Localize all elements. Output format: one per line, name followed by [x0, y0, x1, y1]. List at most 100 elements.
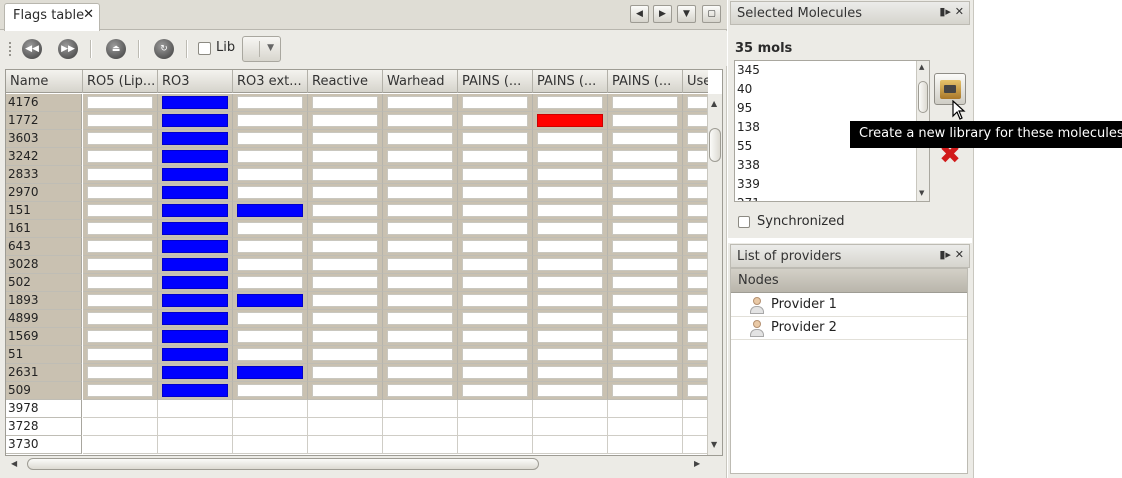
flag-cell[interactable] — [233, 436, 308, 454]
flag-cell[interactable] — [383, 130, 458, 148]
flag-cell[interactable] — [608, 148, 683, 166]
flag-cell[interactable] — [533, 292, 608, 310]
name-cell[interactable]: 3978 — [6, 400, 82, 418]
flag-cell[interactable] — [83, 166, 158, 184]
flag-cell[interactable] — [233, 274, 308, 292]
flag-cell[interactable] — [308, 328, 383, 346]
flag-cell[interactable] — [233, 94, 308, 112]
scroll-up-icon[interactable]: ▲ — [919, 63, 924, 71]
flag-cell[interactable] — [158, 256, 233, 274]
flag-cell[interactable] — [458, 112, 533, 130]
column-header[interactable]: Use — [683, 70, 708, 93]
table-row[interactable]: 3978 — [6, 400, 708, 418]
flag-cell[interactable] — [158, 400, 233, 418]
scroll-up-icon[interactable]: ▲ — [711, 99, 717, 108]
flag-cell[interactable] — [683, 220, 708, 238]
flag-cell[interactable] — [83, 184, 158, 202]
table-row[interactable]: 3730 — [6, 436, 708, 454]
flag-cell[interactable] — [533, 130, 608, 148]
flag-cell[interactable] — [383, 94, 458, 112]
flag-cell[interactable] — [533, 166, 608, 184]
flag-cell[interactable] — [533, 238, 608, 256]
flag-cell[interactable] — [83, 400, 158, 418]
flag-cell[interactable] — [308, 202, 383, 220]
flag-cell[interactable] — [458, 400, 533, 418]
flag-cell[interactable] — [458, 346, 533, 364]
flag-cell[interactable] — [383, 256, 458, 274]
flag-cell[interactable] — [158, 112, 233, 130]
flag-cell[interactable] — [533, 364, 608, 382]
flag-cell[interactable] — [683, 346, 708, 364]
flag-cell[interactable] — [533, 274, 608, 292]
molecules-scroll-thumb[interactable] — [918, 81, 928, 113]
column-header[interactable]: Warhead — [383, 70, 458, 93]
table-row[interactable]: 151 — [6, 202, 708, 220]
flag-cell[interactable] — [233, 346, 308, 364]
flag-cell[interactable] — [308, 436, 383, 454]
flag-cell[interactable] — [608, 310, 683, 328]
last-record-button[interactable]: ▶▶ — [56, 37, 80, 61]
flag-cell[interactable] — [458, 184, 533, 202]
flag-cell[interactable] — [383, 238, 458, 256]
flag-cell[interactable] — [383, 382, 458, 400]
flag-cell[interactable] — [533, 256, 608, 274]
scroll-down-icon[interactable]: ▼ — [919, 189, 924, 197]
vertical-scrollbar[interactable]: ▲ ▼ — [707, 94, 722, 455]
flag-cell[interactable] — [233, 292, 308, 310]
flag-cell[interactable] — [458, 148, 533, 166]
flag-cell[interactable] — [683, 400, 708, 418]
lib-combo[interactable]: ▼ — [242, 36, 281, 62]
name-cell[interactable]: 2970 — [6, 184, 82, 202]
column-header[interactable]: PAINS (... — [533, 70, 608, 93]
flag-cell[interactable] — [458, 166, 533, 184]
flag-cell[interactable] — [308, 184, 383, 202]
flag-cell[interactable] — [458, 418, 533, 436]
flag-cell[interactable] — [683, 112, 708, 130]
flag-cell[interactable] — [308, 382, 383, 400]
lib-checkbox[interactable] — [198, 42, 211, 55]
flag-cell[interactable] — [458, 310, 533, 328]
table-row[interactable]: 3603 — [6, 130, 708, 148]
flag-cell[interactable] — [158, 310, 233, 328]
flag-cell[interactable] — [383, 184, 458, 202]
name-cell[interactable]: 3028 — [6, 256, 82, 274]
flag-cell[interactable] — [308, 238, 383, 256]
tab-list-dropdown-button[interactable]: ▼ — [677, 5, 696, 23]
name-cell[interactable]: 3242 — [6, 148, 82, 166]
flag-cell[interactable] — [383, 166, 458, 184]
flag-cell[interactable] — [233, 166, 308, 184]
provider-item[interactable]: Provider 1 — [731, 294, 967, 317]
table-row[interactable]: 4176 — [6, 94, 708, 112]
flag-cell[interactable] — [683, 238, 708, 256]
name-cell[interactable]: 2833 — [6, 166, 82, 184]
flag-cell[interactable] — [458, 274, 533, 292]
flag-cell[interactable] — [158, 418, 233, 436]
name-cell[interactable]: 3730 — [6, 436, 82, 454]
flag-cell[interactable] — [308, 94, 383, 112]
flag-cell[interactable] — [533, 346, 608, 364]
column-header[interactable]: RO3 — [158, 70, 233, 93]
nodes-column-header[interactable]: Nodes — [731, 269, 967, 293]
flag-cell[interactable] — [683, 166, 708, 184]
flag-cell[interactable] — [458, 328, 533, 346]
flag-cell[interactable] — [233, 328, 308, 346]
flag-cell[interactable] — [83, 346, 158, 364]
flag-cell[interactable] — [533, 436, 608, 454]
flag-cell[interactable] — [308, 148, 383, 166]
toolbar-grip[interactable] — [8, 41, 12, 57]
table-row[interactable]: 1569 — [6, 328, 708, 346]
name-cell[interactable]: 4899 — [6, 310, 82, 328]
flag-cell[interactable] — [533, 202, 608, 220]
flag-cell[interactable] — [608, 94, 683, 112]
name-cell[interactable]: 643 — [6, 238, 82, 256]
flag-cell[interactable] — [308, 274, 383, 292]
flag-cell[interactable] — [608, 382, 683, 400]
flag-cell[interactable] — [308, 346, 383, 364]
name-cell[interactable]: 51 — [6, 346, 82, 364]
list-item[interactable]: 345 — [735, 61, 929, 80]
flag-cell[interactable] — [533, 220, 608, 238]
flag-cell[interactable] — [233, 418, 308, 436]
flag-cell[interactable] — [83, 418, 158, 436]
flag-cell[interactable] — [83, 256, 158, 274]
provider-item[interactable]: Provider 2 — [731, 317, 967, 340]
